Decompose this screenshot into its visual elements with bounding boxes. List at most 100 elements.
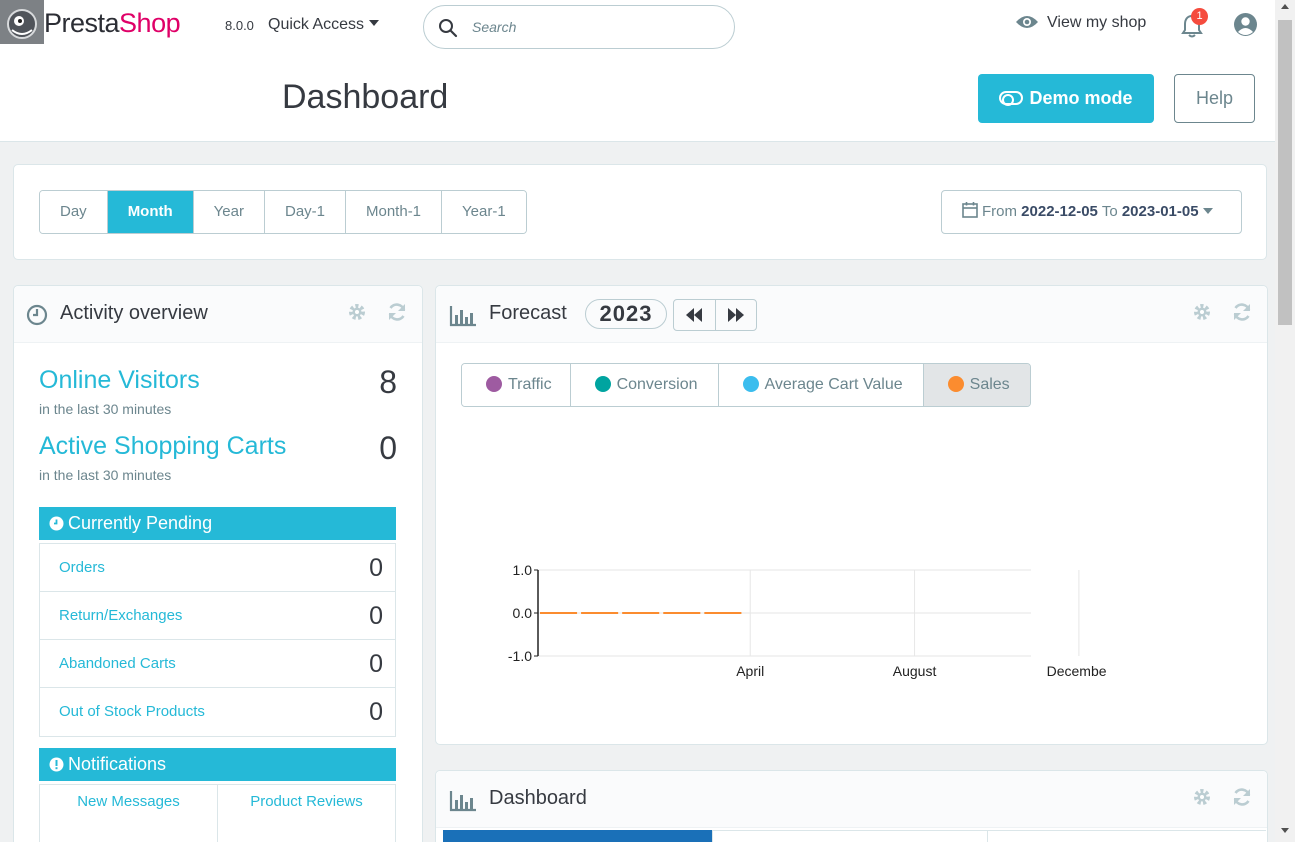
period-day-button[interactable]: Day — [40, 191, 108, 233]
metric-traffic-label: Traffic — [508, 376, 552, 393]
help-button[interactable]: Help — [1174, 74, 1255, 123]
pending-returns-label[interactable]: Return/Exchanges — [59, 607, 182, 624]
refresh-icon[interactable] — [1231, 301, 1253, 323]
period-year-1-button[interactable]: Year-1 — [442, 191, 526, 233]
search-box[interactable] — [423, 5, 735, 49]
period-year-button[interactable]: Year — [193, 191, 265, 233]
forecast-chart: 1.0 0.0 -1.0 April August December — [508, 562, 1106, 679]
exclamation-circle-icon — [49, 757, 64, 772]
dashboard-panel: Dashboard — [435, 770, 1268, 842]
average-cart-value-dot-icon — [742, 376, 759, 392]
demo-mode-button[interactable]: Demo mode — [978, 74, 1154, 123]
metric-average-cart-value-label: Average Cart Value — [764, 376, 903, 393]
metric-tab-conversion[interactable]: Conversion — [570, 364, 719, 406]
scroll-thumb[interactable] — [1278, 20, 1292, 325]
pending-orders-row[interactable]: Orders 0 — [40, 544, 395, 592]
from-date: 2022-12-05 — [1021, 203, 1098, 220]
page-scrollbar[interactable] — [1275, 0, 1295, 842]
chart-y-tick-label: 1.0 — [513, 562, 533, 578]
caret-down-icon — [369, 20, 380, 26]
dashboard-kpi-tab[interactable] — [713, 830, 988, 842]
date-range-picker[interactable]: From 2022-12-05 To 2023-01-05 — [941, 190, 1242, 234]
to-label: To — [1101, 203, 1118, 220]
pending-returns-row[interactable]: Return/Exchanges 0 — [40, 592, 395, 640]
prestashop-logo-text[interactable]: PrestaShop — [44, 8, 181, 39]
active-carts-value: 0 — [379, 430, 397, 466]
period-month-1-button[interactable]: Month-1 — [346, 191, 443, 233]
currently-pending-title: Currently Pending — [68, 513, 213, 533]
notifications-header: Notifications — [39, 748, 396, 781]
currently-pending-header: Currently Pending — [39, 507, 396, 540]
dashboard-panel-title: Dashboard — [489, 787, 587, 809]
pending-out-of-stock-value: 0 — [369, 698, 383, 726]
dashboard-kpi-tab[interactable] — [988, 830, 1266, 842]
double-chevron-left-icon — [686, 308, 703, 322]
forecast-panel: Forecast 2023 Traffic Conversion Average… — [435, 285, 1268, 745]
period-month-button[interactable]: Month — [107, 191, 194, 233]
calendar-icon — [962, 202, 978, 218]
search-icon — [439, 19, 458, 38]
active-carts-label[interactable]: Active Shopping Carts — [39, 432, 286, 461]
metric-conversion-label: Conversion — [616, 376, 698, 393]
scroll-down-arrow-icon[interactable] — [1281, 828, 1289, 833]
pending-out-of-stock-label[interactable]: Out of Stock Products — [59, 703, 205, 720]
dashboard-kpi-tabs — [443, 830, 1266, 842]
user-account-button[interactable] — [1233, 12, 1258, 42]
scroll-up-arrow-icon[interactable] — [1281, 4, 1289, 9]
metric-tab-average-cart-value[interactable]: Average Cart Value — [718, 364, 924, 406]
traffic-dot-icon — [486, 376, 502, 392]
metric-tab-traffic[interactable]: Traffic — [462, 364, 571, 406]
eye-icon — [1016, 16, 1038, 28]
chart-y-tick-label: 0.0 — [513, 605, 533, 621]
clock-icon — [49, 516, 64, 531]
pending-returns-value: 0 — [369, 602, 383, 630]
pending-orders-label[interactable]: Orders — [59, 559, 105, 576]
metric-tab-sales[interactable]: Sales — [923, 364, 1030, 406]
next-year-button[interactable] — [716, 300, 757, 330]
chart-y-tick-label: -1.0 — [508, 648, 532, 664]
activity-panel-tools — [332, 301, 408, 328]
view-my-shop-link[interactable]: View my shop — [1015, 14, 1146, 32]
search-input[interactable] — [472, 16, 712, 38]
tab-new-messages[interactable]: New Messages — [40, 785, 218, 842]
activity-panel-title: Activity overview — [60, 302, 208, 324]
refresh-icon[interactable] — [386, 301, 408, 323]
notifications-title: Notifications — [68, 754, 167, 774]
from-label: From — [982, 203, 1017, 220]
chart-x-tick-label: December — [1047, 663, 1106, 679]
quick-access-dropdown[interactable]: Quick Access — [268, 16, 380, 34]
period-selector-panel: Day Month Year Day-1 Month-1 Year-1 From… — [13, 164, 1267, 260]
pending-abandoned-carts-row[interactable]: Abandoned Carts 0 — [40, 640, 395, 688]
online-visitors-value: 8 — [379, 364, 397, 400]
page-title: Dashboard — [282, 78, 449, 116]
forecast-panel-title: Forecast — [489, 302, 567, 324]
pending-out-of-stock-row[interactable]: Out of Stock Products 0 — [40, 688, 395, 736]
pending-list: Orders 0 Return/Exchanges 0 Abandoned Ca… — [39, 543, 396, 737]
period-day-1-button[interactable]: Day-1 — [264, 191, 346, 233]
online-visitors-label[interactable]: Online Visitors — [39, 366, 200, 395]
pending-abandoned-carts-label[interactable]: Abandoned Carts — [59, 655, 176, 672]
gear-icon[interactable] — [1191, 786, 1213, 808]
gear-icon[interactable] — [346, 301, 368, 323]
quick-access-label: Quick Access — [268, 16, 365, 33]
top-header: PrestaShop 8.0.0 Quick Access View my sh… — [0, 0, 1275, 54]
gear-icon[interactable] — [1191, 301, 1213, 323]
toggle-icon — [999, 91, 1024, 106]
dashboard-panel-header: Dashboard — [436, 771, 1267, 828]
previous-year-button[interactable] — [674, 300, 716, 330]
online-visitors-subtext: in the last 30 minutes — [39, 401, 172, 417]
dashboard-kpi-tab-active[interactable] — [443, 830, 713, 842]
caret-down-icon — [1202, 208, 1213, 214]
double-chevron-right-icon — [727, 308, 744, 322]
demo-mode-label: Demo mode — [1029, 88, 1133, 108]
prestashop-logo-icon[interactable] — [0, 0, 44, 44]
logo-presta: Presta — [44, 8, 120, 38]
forecast-panel-tools — [1177, 301, 1253, 328]
tab-product-reviews[interactable]: Product Reviews — [218, 785, 395, 842]
year-navigation — [673, 299, 757, 331]
bar-chart-icon — [449, 791, 476, 812]
logo-shop: Shop — [119, 8, 181, 38]
forecast-panel-header: Forecast 2023 — [436, 286, 1267, 343]
refresh-icon[interactable] — [1231, 786, 1253, 808]
forecast-year-badge: 2023 — [585, 299, 667, 329]
